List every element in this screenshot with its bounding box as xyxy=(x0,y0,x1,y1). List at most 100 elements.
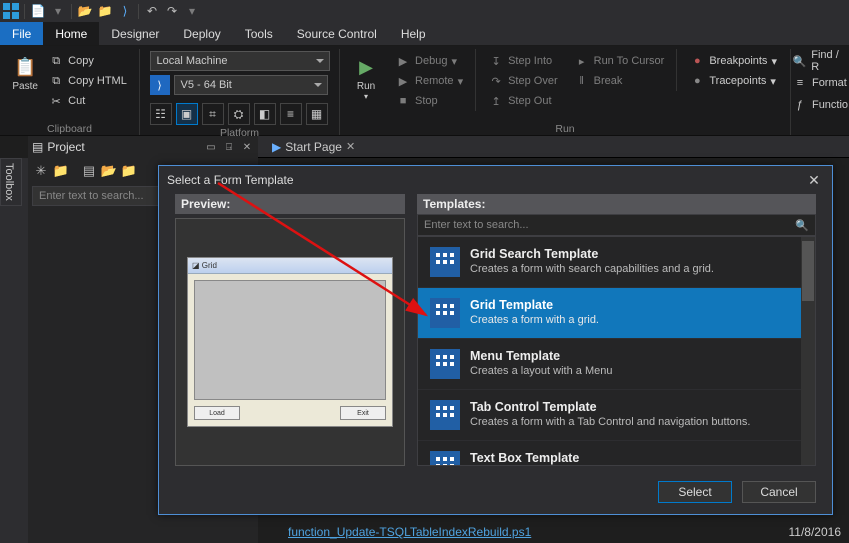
remote-button[interactable]: ▶Remote ▾ xyxy=(391,71,467,91)
search-icon: 🔍 xyxy=(795,219,809,232)
template-desc: Creates a form with search capabilities … xyxy=(470,263,714,275)
menu-help[interactable]: Help xyxy=(389,22,438,45)
cut-icon: ✂ xyxy=(48,93,64,109)
find-button[interactable]: 🔍Find / R xyxy=(788,51,849,71)
template-name: Tab Control Template xyxy=(470,400,750,414)
cancel-button[interactable]: Cancel xyxy=(742,481,816,503)
template-desc: Creates a form with a Tab Control and na… xyxy=(470,416,750,428)
tab-start-page[interactable]: ▶ Start Page ✕ xyxy=(266,140,361,154)
template-dialog: Select a Form Template ✕ Preview: ◪ Grid… xyxy=(158,165,833,515)
run-to-cursor-button[interactable]: ▸Run To Cursor xyxy=(570,51,669,71)
break-button[interactable]: ‖Break xyxy=(570,71,669,91)
templates-search-input[interactable]: Enter text to search... 🔍 xyxy=(417,214,816,236)
platform-btn-4[interactable]: ⛭ xyxy=(228,103,250,125)
breakpoint-icon: ● xyxy=(689,53,705,69)
template-tile-icon xyxy=(430,298,460,328)
platform-btn-7[interactable]: ▦ xyxy=(306,103,328,125)
dropdown-icon[interactable]: ▾ xyxy=(49,2,67,20)
scrollbar-thumb[interactable] xyxy=(802,241,814,301)
debug-button[interactable]: ▶Debug ▾ xyxy=(391,51,467,71)
powershell-icon: ⟩ xyxy=(150,75,170,95)
cut-button[interactable]: ✂Cut xyxy=(44,91,131,111)
open-file-icon[interactable]: 📂 xyxy=(76,2,94,20)
powershell-icon[interactable]: ⟩ xyxy=(116,2,134,20)
tree-icon[interactable]: ▤ xyxy=(80,162,98,180)
redo-icon[interactable]: ↷ xyxy=(163,2,181,20)
copy-icon: ⧉ xyxy=(48,53,64,69)
template-desc: Creates a layout with a Menu xyxy=(470,365,612,377)
pin-icon[interactable]: ⍈ xyxy=(222,140,236,154)
search-icon: 🔍 xyxy=(792,53,807,69)
template-row[interactable]: Grid Search Template Creates a form with… xyxy=(418,237,815,288)
platform-btn-2[interactable]: ▣ xyxy=(176,103,198,125)
toolbox-tab[interactable]: Toolbox xyxy=(0,158,22,206)
copy-button[interactable]: ⧉Copy xyxy=(44,51,131,71)
menu-home[interactable]: Home xyxy=(43,22,99,45)
platform-btn-3[interactable]: ⌗ xyxy=(202,103,224,125)
dialog-close-icon[interactable]: ✕ xyxy=(804,172,824,189)
platform-btn-5[interactable]: ◧ xyxy=(254,103,276,125)
menu-file[interactable]: File xyxy=(0,22,43,45)
window-position-icon[interactable]: ▭ xyxy=(204,140,218,154)
step-out-button[interactable]: ↥Step Out xyxy=(484,91,562,111)
menu-tools[interactable]: Tools xyxy=(233,22,285,45)
toolbox-column: Toolbox xyxy=(0,158,28,543)
step-over-button[interactable]: ↷Step Over xyxy=(484,71,562,91)
new-file-icon[interactable]: 📄 xyxy=(29,2,47,20)
document-tabs: ▶ Start Page ✕ xyxy=(258,136,849,158)
tracepoint-icon: ● xyxy=(689,73,705,89)
new-folder-icon[interactable]: 📁 xyxy=(52,162,70,180)
platform-btn-6[interactable]: ≡ xyxy=(280,103,302,125)
cursor-icon: ▸ xyxy=(574,53,590,69)
paste-label: Paste xyxy=(12,81,38,92)
template-desc: Creates a form with a grid. xyxy=(470,314,599,326)
template-row[interactable]: Grid Template Creates a form with a grid… xyxy=(418,288,815,339)
step-over-icon: ↷ xyxy=(488,73,504,89)
preview-panel: Preview: ◪ Grid Load Exit xyxy=(175,194,405,466)
platform-btn-1[interactable]: ☷ xyxy=(150,103,172,125)
tracepoints-button[interactable]: ●Tracepoints ▾ xyxy=(685,71,781,91)
breakpoints-button[interactable]: ●Breakpoints ▾ xyxy=(685,51,781,71)
run-button[interactable]: ▶ Run▾ xyxy=(349,49,383,101)
menu-source-control[interactable]: Source Control xyxy=(285,22,389,45)
paste-button[interactable]: 📋 Paste xyxy=(8,49,42,92)
scrollbar[interactable] xyxy=(801,237,815,465)
template-row[interactable]: Tab Control Template Creates a form with… xyxy=(418,390,815,441)
close-tab-icon[interactable]: ✕ xyxy=(346,140,355,153)
template-tile-icon xyxy=(430,247,460,277)
footer-date: 11/8/2016 xyxy=(789,525,842,539)
menu-deploy[interactable]: Deploy xyxy=(171,22,232,45)
template-row[interactable]: Menu Template Creates a layout with a Me… xyxy=(418,339,815,390)
format-button[interactable]: ≡Format xyxy=(788,73,849,93)
remote-icon: ▶ xyxy=(395,73,411,89)
quick-access-bar: 📄 ▾ 📂 📁 ⟩ ↶ ↷ ▾ xyxy=(0,0,849,22)
sparkle-icon[interactable]: ✳ xyxy=(32,162,50,180)
copy-html-icon: ⧉ xyxy=(48,73,64,89)
dialog-title: Select a Form Template xyxy=(167,173,804,187)
step-into-icon: ↧ xyxy=(488,53,504,69)
version-select[interactable]: V5 - 64 Bit xyxy=(174,75,328,95)
template-row[interactable]: Text Box Template xyxy=(418,441,815,466)
open-folder-icon[interactable]: 📁 xyxy=(96,2,114,20)
open-project-icon[interactable]: 📂 xyxy=(100,162,118,180)
stop-button[interactable]: ■Stop xyxy=(391,91,467,111)
template-name: Grid Search Template xyxy=(470,247,714,261)
machine-select[interactable]: Local Machine xyxy=(150,51,330,71)
close-icon[interactable]: ✕ xyxy=(240,140,254,154)
step-into-button[interactable]: ↧Step Into xyxy=(484,51,562,71)
template-name: Text Box Template xyxy=(470,451,579,465)
qa-dropdown-icon[interactable]: ▾ xyxy=(183,2,201,20)
pause-icon: ‖ xyxy=(574,73,590,89)
menu-bar: File Home Designer Deploy Tools Source C… xyxy=(0,22,849,46)
template-tile-icon xyxy=(430,451,460,466)
template-tile-icon xyxy=(430,400,460,430)
step-out-icon: ↥ xyxy=(488,93,504,109)
preview-mock-window: ◪ Grid Load Exit xyxy=(187,257,393,427)
footer-file-link[interactable]: function_Update-TSQLTableIndexRebuild.ps… xyxy=(288,525,531,539)
menu-designer[interactable]: Designer xyxy=(99,22,171,45)
function-button[interactable]: ƒFunctio xyxy=(788,95,849,115)
select-button[interactable]: Select xyxy=(658,481,732,503)
undo-icon[interactable]: ↶ xyxy=(143,2,161,20)
copy-html-button[interactable]: ⧉Copy HTML xyxy=(44,71,131,91)
folder-icon[interactable]: 📁 xyxy=(120,162,138,180)
